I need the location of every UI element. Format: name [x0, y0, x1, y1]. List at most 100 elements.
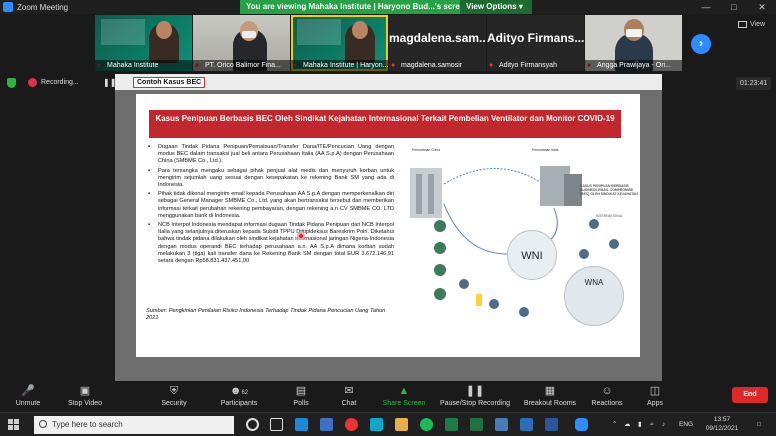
maximize-icon[interactable]: □: [720, 0, 748, 14]
meeting-toolbar: 🎤 Unmute ▣ Stop Video ⛨ Security ☻62 Par…: [0, 381, 776, 412]
system-tray-chevron-icon[interactable]: ⌃: [612, 413, 617, 436]
face-mask: [242, 31, 256, 38]
taskbar-search-input[interactable]: Type here to search: [34, 416, 234, 434]
virtual-background: [101, 19, 145, 45]
toolbar-label: Participants: [220, 400, 258, 407]
task-view-icon[interactable]: [270, 418, 283, 431]
slide-title: Kasus Penipuan Berbasis BEC Oleh Sindika…: [149, 110, 621, 138]
excel-icon[interactable]: [470, 418, 483, 431]
bullet-list: Dugaan Tindak Pidana Penipuan/Pemalsuan/…: [146, 144, 394, 265]
polls-icon: ▤: [295, 385, 307, 397]
next-page-button[interactable]: ›: [691, 34, 711, 54]
title-bar: Zoom Meeting You are viewing Mahaka Inst…: [0, 0, 776, 14]
taskbar-clock[interactable]: 13:57 09/12/2021: [699, 415, 745, 433]
recording-dot-icon: [28, 78, 37, 87]
shield-icon: ⛨: [169, 385, 179, 397]
apps-button[interactable]: ◫ Apps: [640, 381, 670, 412]
toolbar-label: Polls: [293, 400, 309, 407]
wna-circle: WNA: [564, 266, 624, 326]
close-icon[interactable]: ✕: [748, 0, 776, 14]
sharing-banner-text: You are viewing Mahaka Institute | Haryo…: [240, 0, 460, 14]
participant-tile[interactable]: magdalena.sam... ● magdalena.samosir: [389, 15, 486, 71]
end-meeting-button[interactable]: End: [732, 387, 768, 403]
participant-tile[interactable]: ● Mahaka Institute: [95, 15, 192, 71]
participant-tile[interactable]: ● PT. Orico Balimor Fina...: [193, 15, 290, 71]
bullet-item: NCB Interpol Indonesia mendapat informas…: [146, 222, 394, 265]
video-camera-icon: ▣: [79, 385, 91, 397]
slide-section-label: Contoh Kasus BEC: [133, 77, 206, 88]
apps-icon: ◫: [649, 385, 661, 397]
virtual-background: [297, 19, 341, 45]
annotation-pointer: [297, 232, 305, 240]
spotify-icon[interactable]: [420, 418, 433, 431]
polls-button[interactable]: ▤ Polls: [284, 381, 318, 412]
face-mask: [626, 29, 642, 37]
recording-label: Recording...: [41, 79, 79, 86]
gallery-view-icon: [738, 20, 747, 28]
participant-display-name: Adityo Firmans...: [487, 31, 584, 45]
participant-display-name: magdalena.sam...: [389, 31, 486, 45]
participant-name: Adityo Firmansyah: [499, 62, 557, 69]
toolbar-label: Share Screen: [382, 400, 426, 407]
unmute-button[interactable]: 🎤 Unmute: [8, 381, 48, 412]
volume-icon[interactable]: ♪: [662, 413, 665, 436]
clock-date: 09/12/2021: [705, 425, 739, 432]
participant-strip: ● Mahaka Institute ● PT. Orico Balimor F…: [0, 14, 776, 72]
word-icon[interactable]: [545, 418, 558, 431]
zoom-meeting-window: Zoom Meeting You are viewing Mahaka Inst…: [0, 0, 776, 436]
slide-body: Dugaan Tindak Pidana Penipuan/Pemalsuan/…: [146, 144, 394, 334]
microphone-muted-icon: 🎤: [21, 385, 35, 397]
bullet-item: Para tersangka mengaku sebagai pihak pen…: [146, 168, 394, 190]
toolbar-label: Apps: [647, 400, 663, 407]
windows-start-icon[interactable]: [8, 419, 20, 431]
bullet-item: Dugaan Tindak Pidana Penipuan/Pemalsuan/…: [146, 144, 394, 166]
participant-tile[interactable]: ● Angga Prawijaya - Ori...: [585, 15, 682, 71]
slide-source: Sumber: Pengkinian Penilaian Risiko Indo…: [146, 308, 386, 322]
participant-count: 62: [241, 390, 249, 396]
mail-icon[interactable]: [370, 418, 383, 431]
clock-time: 13:57: [713, 416, 731, 423]
security-button[interactable]: ⛨ Security: [152, 381, 196, 412]
recording-indicator: Recording...: [28, 78, 79, 87]
share-screen-button[interactable]: ▲ Share Screen: [378, 381, 430, 412]
participant-tile[interactable]: Adityo Firmans... ● Adityo Firmansyah: [487, 15, 584, 71]
toolbar-label: Chat: [341, 400, 357, 407]
input-language[interactable]: ENG: [679, 413, 693, 436]
chrome-icon[interactable]: [345, 418, 358, 431]
minimize-icon[interactable]: —: [692, 0, 720, 14]
view-button[interactable]: View: [738, 18, 765, 30]
notifications-icon[interactable]: □: [757, 413, 761, 436]
sticky-app-icon[interactable]: [445, 418, 458, 431]
chat-icon: ✉: [344, 385, 354, 397]
toolbar-label: Reactions: [591, 400, 623, 407]
edge-beta-icon[interactable]: [320, 418, 333, 431]
breakout-rooms-button[interactable]: ▦ Breakout Rooms: [520, 381, 580, 412]
search-icon: [39, 420, 47, 428]
international-label: INTERNATIONAL: [596, 214, 623, 218]
image-viewer-icon[interactable]: [520, 418, 533, 431]
zoom-taskbar-icon[interactable]: [575, 418, 588, 431]
photos-icon[interactable]: [495, 418, 508, 431]
file-explorer-icon[interactable]: [395, 418, 408, 431]
stop-video-button[interactable]: ▣ Stop Video: [58, 381, 112, 412]
bec-flow-diagram: Perusahaan China Perusahaan Italia KASUS…: [404, 144, 640, 334]
toolbar-label: Unmute: [15, 400, 41, 407]
battery-icon[interactable]: ▮: [638, 413, 642, 436]
toolbar-label: Security: [161, 400, 187, 407]
active-speaker-tile[interactable]: ● Mahaka Institute | Haryon...: [291, 15, 388, 71]
reactions-button[interactable]: ☺ Reactions: [586, 381, 628, 412]
buyer-company-label: Perusahaan Italia: [532, 148, 559, 152]
edge-icon[interactable]: [295, 418, 308, 431]
chat-button[interactable]: ✉ Chat: [332, 381, 366, 412]
onedrive-icon[interactable]: ☁: [624, 413, 631, 436]
participants-button[interactable]: ☻62 Participants: [212, 381, 266, 412]
breakout-rooms-icon: ▦: [544, 385, 556, 397]
encryption-shield-icon[interactable]: [7, 78, 16, 88]
diagram-side-caption: KASUS PENIPUAN BERBASIS BUSINESS EMAIL C…: [580, 184, 638, 196]
wifi-icon[interactable]: ≈: [650, 413, 654, 436]
seller-company-label: Perusahaan China: [412, 148, 441, 152]
zoom-logo-icon: [3, 2, 13, 12]
pause-stop-recording-button[interactable]: ❚❚ Pause/Stop Recording: [436, 381, 514, 412]
cortana-icon[interactable]: [246, 418, 259, 431]
view-options-button[interactable]: View Options ▾: [460, 0, 532, 14]
